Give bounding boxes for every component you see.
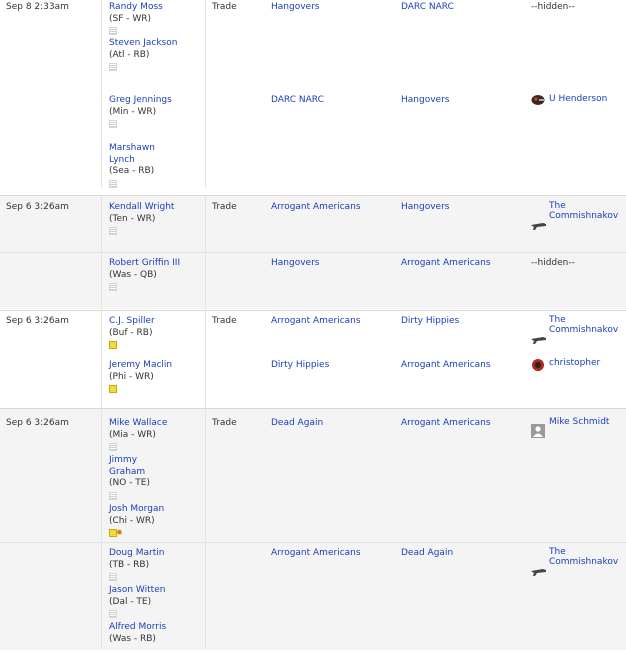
gun-avatar-icon[interactable] (531, 567, 547, 581)
trade-type: Trade (212, 202, 237, 212)
to-team-link[interactable]: Arrogant Americans (401, 360, 491, 370)
note-icon[interactable] (109, 610, 117, 619)
player-position: (Dal - TE) (109, 596, 152, 607)
gun-avatar-icon[interactable] (531, 221, 547, 235)
player-entry: Jeremy Maclin (Phi - WR) (109, 360, 179, 394)
manager-name-link[interactable]: U Henderson (549, 94, 607, 104)
from-team-link[interactable]: Hangovers (271, 258, 319, 268)
trade-row: Sep 6 3:26am Trade C.J. Spiller (Buf - R… (0, 310, 626, 409)
manager-hidden: --hidden-- (531, 258, 575, 268)
trade-row: Sep 8 2:33am Trade Randy Moss (SF - WR) … (0, 0, 626, 189)
player-entry: Randy Moss (SF - WR) (109, 2, 199, 36)
player-name-link[interactable]: Marshawn Lynch (109, 143, 155, 165)
trade-type: Trade (212, 2, 237, 12)
player-position: (SF - WR) (109, 13, 152, 24)
player-position: (TB - RB) (109, 559, 150, 570)
player-entry: Kendall Wright (Ten - WR) (109, 202, 179, 236)
helmet-avatar-icon[interactable] (531, 94, 547, 108)
player-position: (Atl - RB) (109, 49, 150, 60)
from-team-link[interactable]: Dead Again (271, 418, 323, 428)
note-filled-icon[interactable] (109, 385, 117, 394)
to-team-link[interactable]: DARC NARC (401, 2, 454, 12)
note-filled-icon[interactable] (109, 341, 117, 350)
default-user-avatar-icon[interactable] (531, 424, 545, 438)
player-position: (Buf - RB) (109, 327, 153, 338)
to-team-link[interactable]: Arrogant Americans (401, 418, 491, 428)
manager-name-link[interactable]: christopher (549, 358, 600, 368)
player-position: (Was - RB) (109, 633, 156, 644)
player-position: (Chi - WR) (109, 515, 155, 526)
note-icon[interactable] (109, 63, 117, 72)
player-name-link[interactable]: Kendall Wright (109, 202, 174, 212)
player-name-link[interactable]: Jimmy Graham (109, 455, 145, 477)
player-entry: Robert Griffin III (Was - QB) (109, 258, 189, 292)
player-entry: Doug Martin (TB - RB) (109, 548, 199, 582)
player-entry: Greg Jennings (Min - WR) (109, 95, 179, 129)
trade-date: Sep 8 2:33am (6, 2, 69, 12)
player-name-link[interactable]: Jason Witten (109, 585, 165, 595)
player-position: (Sea - RB) (109, 166, 155, 177)
note-icon[interactable] (109, 120, 117, 129)
player-name-link[interactable]: Doug Martin (109, 548, 164, 558)
note-icon[interactable] (109, 227, 117, 236)
manager-name-link[interactable]: The Commishnakov (549, 201, 623, 221)
note-new-icon[interactable] (109, 527, 123, 539)
player-entry: Steven Jackson (Atl - RB) (109, 38, 179, 72)
to-team-link[interactable]: Arrogant Americans (401, 258, 491, 268)
note-icon[interactable] (109, 27, 117, 36)
from-team-link[interactable]: Arrogant Americans (271, 548, 361, 558)
player-entry: Alfred Morris (Was - RB) (109, 622, 199, 645)
manager-name-link[interactable]: The Commishnakov (549, 547, 623, 567)
player-entry: Jason Witten (Dal - TE) (109, 585, 199, 619)
player-entry: C.J. Spiller (Buf - RB) (109, 316, 179, 350)
player-entry: Jimmy Graham (NO - TE) (109, 455, 169, 501)
note-icon[interactable] (109, 573, 117, 582)
gun-avatar-icon[interactable] (531, 335, 547, 349)
player-entry: Mike Wallace (Mia - WR) (109, 418, 199, 452)
to-team-link[interactable]: Hangovers (401, 95, 449, 105)
player-name-link[interactable]: Jeremy Maclin (109, 360, 172, 370)
player-position: (Ten - WR) (109, 213, 156, 224)
note-icon[interactable] (109, 491, 117, 500)
player-name-link[interactable]: Alfred Morris (109, 622, 166, 632)
trade-date: Sep 6 3:26am (6, 202, 69, 212)
to-team-link[interactable]: Dead Again (401, 548, 453, 558)
trade-row: Sep 6 3:26am Trade Kendall Wright (Ten -… (0, 195, 626, 309)
from-team-link[interactable]: Hangovers (271, 2, 319, 12)
player-entry: Josh Morgan (Chi - WR) (109, 504, 199, 539)
manager-name-link[interactable]: Mike Schmidt (549, 417, 609, 427)
player-position: (Was - QB) (109, 269, 157, 280)
note-icon[interactable] (109, 443, 117, 452)
trade-type: Trade (212, 418, 237, 428)
manager-name-link[interactable]: The Commishnakov (549, 315, 623, 335)
player-name-link[interactable]: Randy Moss (109, 2, 163, 12)
player-position: (NO - TE) (109, 478, 150, 489)
from-team-link[interactable]: Arrogant Americans (271, 316, 361, 326)
note-icon[interactable] (109, 283, 117, 292)
from-team-link[interactable]: DARC NARC (271, 95, 324, 105)
manager-hidden: --hidden-- (531, 2, 575, 12)
player-position: (Phi - WR) (109, 371, 154, 382)
player-entry: Marshawn Lynch (Sea - RB) (109, 143, 179, 189)
note-icon[interactable] (109, 179, 117, 188)
player-name-link[interactable]: Mike Wallace (109, 418, 167, 428)
trade-row: Sep 6 3:26am Trade Mike Wallace (Mia - W… (0, 408, 626, 650)
player-name-link[interactable]: Steven Jackson (109, 38, 177, 48)
trade-date: Sep 6 3:26am (6, 316, 69, 326)
trade-date: Sep 6 3:26am (6, 418, 69, 428)
player-name-link[interactable]: Robert Griffin III (109, 258, 180, 268)
to-team-link[interactable]: Dirty Hippies (401, 316, 459, 326)
player-name-link[interactable]: C.J. Spiller (109, 316, 155, 326)
player-name-link[interactable]: Josh Morgan (109, 504, 164, 514)
to-team-link[interactable]: Hangovers (401, 202, 449, 212)
player-name-link[interactable]: Greg Jennings (109, 95, 172, 105)
from-team-link[interactable]: Dirty Hippies (271, 360, 329, 370)
trade-type: Trade (212, 316, 237, 326)
from-team-link[interactable]: Arrogant Americans (271, 202, 361, 212)
player-position: (Mia - WR) (109, 429, 156, 440)
team-logo-avatar-icon[interactable] (531, 358, 547, 372)
player-position: (Min - WR) (109, 106, 157, 117)
